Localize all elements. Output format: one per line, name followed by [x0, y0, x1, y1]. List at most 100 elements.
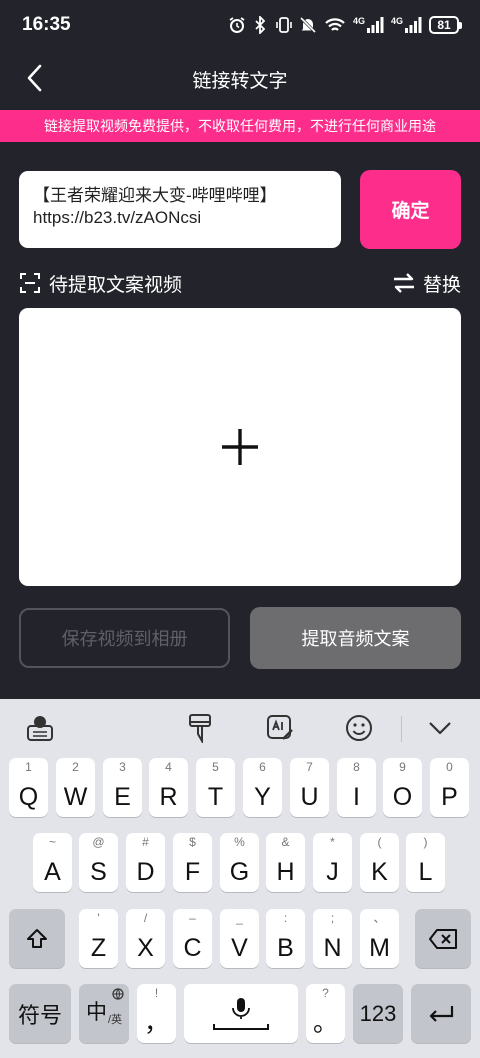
key-hint: '	[97, 911, 100, 925]
key-hint: (	[377, 835, 382, 849]
bluetooth-icon	[255, 16, 266, 34]
extract-audio-button[interactable]: 提取音频文案	[250, 607, 461, 669]
chevron-left-icon	[27, 64, 42, 92]
key-hint: )	[423, 835, 428, 849]
key-e[interactable]: 3E	[103, 758, 142, 817]
key-hint: *	[330, 835, 335, 849]
key-v[interactable]: _ V	[220, 909, 259, 968]
signal-1: 4G	[353, 16, 384, 34]
key-a[interactable]: ~ A	[33, 833, 72, 892]
keyboard-ai-button[interactable]	[262, 710, 298, 746]
key-hint: –	[189, 911, 196, 925]
keyboard-toolbar	[0, 699, 480, 757]
mute-bell-icon	[299, 16, 317, 34]
signal-2-label: 4G	[390, 16, 403, 26]
key-j[interactable]: * J	[313, 833, 352, 892]
status-time: 16:35	[22, 14, 71, 35]
key-r[interactable]: 4R	[149, 758, 188, 817]
key-hint: 7	[306, 760, 313, 774]
key-hint: ?	[322, 986, 329, 1000]
symbols-key[interactable]: 符号	[9, 984, 71, 1043]
key-hint: 0	[446, 760, 453, 774]
language-switch-key[interactable]: 中 /英	[79, 984, 129, 1043]
space-key[interactable]	[184, 984, 298, 1043]
key-u[interactable]: 7U	[290, 758, 329, 817]
key-label: E	[114, 783, 131, 811]
key-z[interactable]: ' Z	[79, 909, 118, 968]
key-label: L	[418, 858, 433, 886]
swap-arrows-icon	[393, 273, 414, 293]
key-i[interactable]: 8I	[337, 758, 376, 817]
key-label: A	[44, 858, 61, 886]
key-hint: 6	[259, 760, 266, 774]
section-label: 待提取文案视频	[49, 274, 183, 296]
key-label: G	[229, 858, 250, 886]
shift-key[interactable]	[9, 909, 65, 968]
key-k[interactable]: (K	[360, 833, 399, 892]
key-hint: 5	[212, 760, 219, 774]
signal-bars-icon	[405, 17, 422, 33]
key-w[interactable]: 2W	[56, 758, 95, 817]
key-f[interactable]: $ F	[173, 833, 212, 892]
soft-keyboard: 1Q 2W 3E 4R 5T 6Y 7U 8I 9O 0P ~ A @ S # D $…	[0, 699, 480, 1058]
key-h[interactable]: & H	[266, 833, 305, 892]
signal-2: 4G	[391, 16, 422, 34]
ai-write-icon	[267, 715, 293, 740]
key-y[interactable]: 6Y	[243, 758, 282, 817]
key-q[interactable]: 1Q	[9, 758, 48, 817]
key-t[interactable]: 5T	[196, 758, 235, 817]
keyboard-globe-button[interactable]	[22, 710, 58, 746]
nav-bar: 链接转文字	[0, 50, 480, 108]
key-hint: %	[234, 835, 245, 849]
keyboard-hide-button[interactable]	[422, 710, 458, 746]
key-label: U	[300, 783, 319, 811]
key-hint: 3	[119, 760, 126, 774]
key-c[interactable]: – C	[173, 909, 212, 968]
key-hint: 8	[353, 760, 360, 774]
back-button[interactable]	[20, 63, 50, 93]
key-label: H	[276, 858, 295, 886]
wifi-icon	[325, 18, 345, 31]
key-hint: 、	[373, 911, 386, 925]
key-hint: 1	[25, 760, 32, 774]
key-label: C	[183, 934, 202, 962]
key-hint: /	[143, 911, 148, 925]
video-upload-area[interactable]	[19, 308, 461, 586]
key-d[interactable]: # D	[126, 833, 165, 892]
key-label: Z	[90, 934, 107, 962]
swap-button[interactable]: 替换	[392, 270, 461, 297]
key-n[interactable]: ; N	[313, 909, 352, 968]
period-key[interactable]: ?。	[306, 984, 345, 1043]
key-m[interactable]: 、 M	[360, 909, 399, 968]
keyboard-skin-button[interactable]	[182, 710, 218, 746]
key-hint: :	[283, 911, 288, 925]
key-g[interactable]: % G	[220, 833, 259, 892]
globe-icon	[112, 988, 124, 1000]
key-l[interactable]: ) L	[406, 833, 445, 892]
key-p[interactable]: 0P	[430, 758, 469, 817]
key-label: D	[136, 858, 155, 886]
backspace-key[interactable]	[415, 909, 471, 968]
battery-tip	[459, 21, 462, 29]
key-label: P	[441, 783, 458, 811]
key-hint: #	[142, 835, 149, 849]
link-input[interactable]: 【王者荣耀迎来大变-哔哩哔哩】 https://b23.tv/zAONcsi	[19, 171, 341, 248]
enter-key[interactable]	[411, 984, 471, 1043]
key-x[interactable]: / X	[126, 909, 165, 968]
key-o[interactable]: 9O	[383, 758, 422, 817]
key-hint: 4	[165, 760, 172, 774]
key-label: I	[353, 783, 360, 811]
section-header: 待提取文案视频 替换	[19, 268, 461, 298]
confirm-button[interactable]: 确定	[360, 170, 461, 249]
number-key[interactable]: 123	[353, 984, 403, 1043]
key-hint: ~	[48, 835, 56, 849]
keyboard-emoji-button[interactable]	[341, 710, 377, 746]
key-s[interactable]: @ S	[79, 833, 118, 892]
key-label: Q	[18, 783, 39, 811]
smiley-icon	[346, 715, 372, 741]
enter-arrow-icon	[429, 1005, 454, 1022]
comma-key[interactable]: !，	[137, 984, 176, 1043]
key-b[interactable]: :B	[266, 909, 305, 968]
save-video-button[interactable]: 保存视频到相册	[19, 608, 230, 668]
key-hint: $	[189, 835, 196, 849]
